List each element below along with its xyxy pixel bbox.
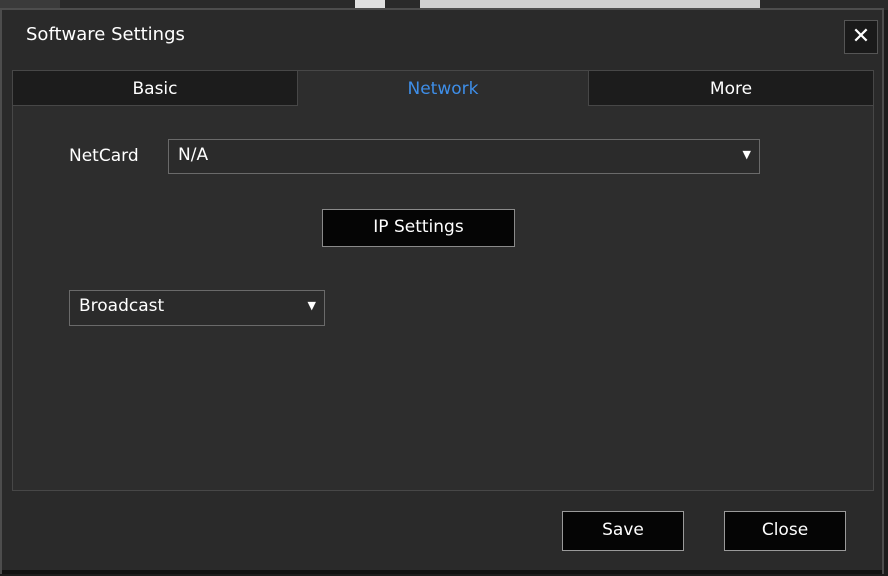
dialog-title: Software Settings [26,24,185,45]
chevron-down-icon: ▼ [307,299,316,312]
close-button[interactable]: Close [724,511,846,551]
close-icon[interactable]: ✕ [844,20,878,54]
tab-network[interactable]: Network [298,70,588,106]
dialog-title-bar: Software Settings ✕ [2,10,882,64]
netcard-select[interactable]: N/A ▼ [168,139,760,174]
software-settings-dialog: Software Settings ✕ Basic Network More N… [0,8,884,574]
settings-tabs: Basic Network More [12,70,874,106]
chevron-down-icon: ▼ [742,148,751,161]
save-button[interactable]: Save [562,511,684,551]
network-panel: NetCard N/A ▼ IP Settings Broadcast ▼ [12,106,874,491]
tab-more[interactable]: More [588,70,874,106]
netcard-select-value: N/A [178,145,209,165]
netcard-label: NetCard [69,146,139,166]
tab-basic[interactable]: Basic [12,70,298,106]
mode-select[interactable]: Broadcast ▼ [69,290,325,326]
mode-select-value: Broadcast [79,296,165,316]
ip-settings-button[interactable]: IP Settings [322,209,515,247]
